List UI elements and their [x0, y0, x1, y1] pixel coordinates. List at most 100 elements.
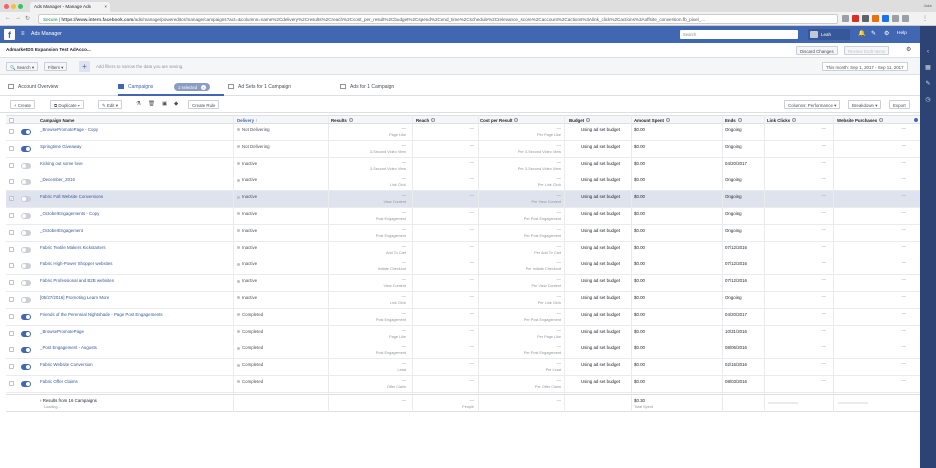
reload-icon[interactable]: ↻	[25, 15, 30, 22]
discard-changes-button[interactable]: Discard Changes	[796, 46, 838, 55]
row-checkbox[interactable]	[9, 297, 14, 302]
table-row[interactable]: _Post Engagement - Augusts Completed — Post…	[6, 342, 920, 360]
duplicate-button[interactable]: ⧉ Duplicate ▾	[50, 100, 84, 109]
row-checkbox[interactable]	[9, 280, 14, 286]
account-selector[interactable]: AdmarketDS Expansion Test AdAcco...	[6, 47, 91, 52]
pencil-icon[interactable]: ✎	[924, 80, 932, 88]
extension-icon[interactable]	[902, 15, 909, 22]
table-row[interactable]: Kicking out some love Inactive —3-Second V…	[6, 157, 920, 175]
table-row[interactable]: [05/27/2016] Promoting Learn More Inactiv…	[6, 292, 920, 309]
table-row[interactable]: Fabric High-Power Shopper websites Inacti…	[6, 258, 920, 276]
extension-icon[interactable]	[892, 15, 899, 22]
campaign-toggle[interactable]	[21, 297, 31, 303]
table-row[interactable]: ✓ Fabric Fall Website Conversions Inactive…	[6, 191, 920, 209]
campaign-toggle[interactable]	[21, 263, 31, 270]
extension-icon[interactable]	[872, 15, 879, 22]
preview-icon[interactable]: ▣	[162, 101, 167, 107]
back-icon[interactable]: ←	[5, 15, 11, 21]
minimize-window-icon[interactable]	[11, 4, 16, 9]
col-amount-spent[interactable]: Amount Spent	[634, 118, 670, 123]
columns-dropdown[interactable]: Columns: Performance ▾	[784, 100, 841, 109]
zoom-window-icon[interactable]	[18, 4, 23, 9]
selected-pill[interactable]: 1 selected ×	[174, 83, 211, 91]
row-checkbox[interactable]	[9, 246, 14, 252]
campaign-name-link[interactable]: Fabric High-Power Shopper websites	[40, 261, 112, 266]
campaign-toggle[interactable]	[21, 179, 31, 186]
forward-icon[interactable]: →	[15, 15, 21, 21]
col-cost-per-result[interactable]: Cost per Result	[480, 118, 519, 123]
extension-icon[interactable]	[852, 15, 859, 22]
row-checkbox[interactable]	[9, 213, 14, 218]
table-row[interactable]: Friends of the Perennial Nightshade - Pa…	[6, 308, 920, 326]
row-checkbox[interactable]	[9, 145, 14, 151]
browser-profile-label[interactable]: Jake	[924, 3, 932, 8]
hamburger-menu-icon[interactable]: ≡	[21, 31, 25, 37]
edit-button[interactable]: ✎ Edit ▾	[98, 100, 122, 109]
campaign-name-link[interactable]: _Post Engagement - Augusts	[40, 345, 97, 350]
table-row[interactable]: Fabric Website Conversion Completed — Lead —…	[6, 359, 920, 377]
create-rule-button[interactable]: Create Rule	[188, 100, 220, 109]
campaign-name-link[interactable]: Fabric Offer Claims	[40, 379, 78, 384]
row-checkbox[interactable]	[9, 364, 14, 370]
settings-icon[interactable]: ⚙	[906, 46, 911, 53]
notifications-icon[interactable]: 🔔	[858, 30, 865, 37]
campaign-toggle[interactable]	[21, 280, 31, 287]
col-link-clicks[interactable]: Link Clicks	[767, 118, 797, 123]
campaign-name-link[interactable]: _BrowsePromotePage - Copy	[40, 127, 98, 132]
col-reach[interactable]: Reach	[416, 118, 436, 123]
breakdown-dropdown[interactable]: Breakdown ▾	[848, 100, 882, 109]
campaign-name-link[interactable]: Springtime Giveaway	[40, 144, 81, 149]
browser-tab[interactable]: Ads Manager - Manage Ads ×	[30, 2, 110, 12]
campaign-toggle[interactable]	[21, 196, 31, 203]
row-checkbox[interactable]	[9, 263, 14, 269]
tab-account-overview[interactable]: Account Overview	[8, 78, 112, 96]
tag-icon[interactable]: ◆	[174, 101, 178, 107]
export-button[interactable]: Export	[889, 100, 910, 109]
campaign-toggle[interactable]	[21, 229, 31, 236]
campaign-toggle[interactable]	[21, 129, 31, 135]
close-window-icon[interactable]	[4, 4, 9, 9]
table-row[interactable]: _December_2016 Inactive — Link Click — — Per L…	[6, 174, 920, 192]
test-icon[interactable]: ⚗	[136, 101, 141, 107]
extension-icon[interactable]	[882, 15, 889, 22]
help-link[interactable]: Help	[897, 31, 907, 36]
table-row[interactable]: _OctoberEngagement Inactive — Post Engageme…	[6, 224, 920, 242]
campaign-toggle[interactable]	[21, 381, 31, 387]
table-row[interactable]: Fabric Textile Makers Kickstarters Inacti…	[6, 241, 920, 259]
col-website-purchases[interactable]: Website Purchases	[837, 118, 884, 123]
chart-icon[interactable]: ▦	[924, 64, 932, 72]
campaign-name-link[interactable]: Fabric Textile Makers Kickstarters	[40, 245, 106, 250]
table-row[interactable]: Fabric Offer Claims Completed — Offer Claim…	[6, 376, 920, 393]
col-budget[interactable]: Budget	[569, 118, 591, 123]
row-checkbox[interactable]	[9, 229, 14, 235]
review-draft-button[interactable]: Review Draft Items	[844, 46, 890, 55]
fb-search-input[interactable]: Search	[680, 30, 798, 39]
col-ends[interactable]: Ends	[725, 118, 742, 123]
tab-ads[interactable]: Ads for 1 Campaign	[340, 78, 446, 96]
extension-icon[interactable]	[862, 15, 869, 22]
campaign-name-link[interactable]: _December_2016	[40, 177, 75, 182]
table-row[interactable]: _BrowsePromotePage - Copy Not Delivering —…	[6, 124, 920, 141]
campaign-name-link[interactable]: Fabric Professional and B2B websites	[40, 278, 114, 283]
col-results[interactable]: Results	[331, 118, 353, 123]
tab-ad-sets[interactable]: Ad Sets for 1 Campaign	[228, 78, 334, 96]
col-campaign-name[interactable]: Campaign Name	[40, 118, 74, 123]
close-tab-icon[interactable]: ×	[104, 4, 107, 9]
campaign-name-link[interactable]: _OctoberEngagements - Copy	[40, 211, 99, 216]
row-checkbox[interactable]	[9, 381, 14, 386]
collapse-icon[interactable]: ‹	[924, 48, 932, 56]
table-row[interactable]: Springtime Giveaway Not Delivering —3-Seco…	[6, 140, 920, 158]
campaign-toggle[interactable]	[21, 364, 31, 371]
campaign-toggle[interactable]	[21, 313, 31, 320]
search-button[interactable]: 🔍 Search ▾	[6, 62, 39, 71]
select-all-checkbox[interactable]	[9, 118, 14, 123]
campaign-toggle[interactable]	[21, 347, 31, 354]
campaign-name-link[interactable]: _OctoberEngagement	[40, 228, 83, 233]
history-icon[interactable]: ◷	[924, 96, 932, 104]
campaign-name-link[interactable]: Friends of the Perennial Nightshade - Pa…	[40, 312, 163, 317]
settings-icon[interactable]: ⚙	[884, 30, 889, 37]
table-row[interactable]: _OctoberEngagements - Copy Inactive — Post …	[6, 208, 920, 225]
campaign-name-link[interactable]: _BrowsePromotePage	[40, 329, 84, 334]
campaign-name-link[interactable]: [05/27/2016] Promoting Learn More	[40, 295, 109, 300]
row-checkbox[interactable]: ✓	[9, 196, 14, 202]
